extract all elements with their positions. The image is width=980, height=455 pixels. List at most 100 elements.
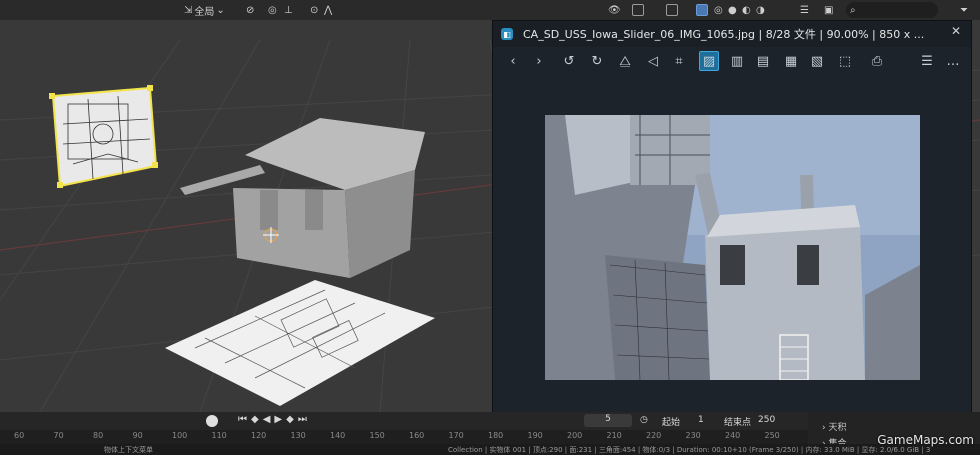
compare-button[interactable]: ▧ xyxy=(807,51,827,71)
shading-wireframe-button[interactable]: ◎ xyxy=(714,2,723,18)
blueprint-plane[interactable] xyxy=(165,278,437,410)
close-icon[interactable]: ✕ xyxy=(951,24,961,38)
outliner-item[interactable]: › 天积 xyxy=(822,420,846,433)
image-viewer-window[interactable]: ◧ CA_SD_USS_Iowa_Slider_06_IMG_1065.jpg … xyxy=(493,21,971,420)
slideshow-button[interactable]: ▦ xyxy=(781,51,801,71)
funnel-icon: ⏷ xyxy=(960,4,968,16)
ruler-tick-label: 160 xyxy=(409,431,425,440)
list-icon: ☰ xyxy=(800,4,809,16)
status-bar: 物体上下文菜单 Collection | 实物体 001 | 顶点:290 | … xyxy=(0,444,980,455)
more-button[interactable]: … xyxy=(943,51,963,71)
turret-model[interactable] xyxy=(175,110,435,280)
view-object-types-button[interactable]: 👁 xyxy=(608,2,621,18)
chevron-down-icon: ⌄ xyxy=(216,4,225,16)
chevron-left-icon: ‹ xyxy=(510,53,516,69)
ruler-tick-label: 110 xyxy=(211,431,227,440)
flip-icon: ⧋ xyxy=(619,53,631,69)
play-reverse-icon[interactable]: ◀ xyxy=(263,414,275,425)
jump-end-icon[interactable]: ⏭ xyxy=(298,414,311,425)
actual-size-button[interactable]: ▥ xyxy=(727,51,747,71)
reference-image-plane[interactable] xyxy=(48,84,160,190)
falloff-dropdown[interactable]: ⋀ xyxy=(324,2,332,18)
select-area-icon: ⬚ xyxy=(838,53,852,69)
rotate-cw-icon: ↻ xyxy=(591,53,603,69)
xray-icon xyxy=(696,4,708,16)
start-frame-label: 起始 xyxy=(662,418,681,428)
ruler-tick-label: 100 xyxy=(172,431,188,440)
ruler-tick-label: 190 xyxy=(527,431,543,440)
snap-increment-icon: ⊥ xyxy=(284,4,293,16)
more-dots-icon: … xyxy=(946,53,960,69)
start-frame-field[interactable]: 1 xyxy=(698,415,704,425)
crop-icon: ⌗ xyxy=(675,53,683,69)
ruler-tick-label: 60 xyxy=(14,431,25,440)
viewer-titlebar[interactable]: ◧ CA_SD_USS_Iowa_Slider_06_IMG_1065.jpg … xyxy=(493,21,971,47)
play-icon[interactable]: ▶ xyxy=(274,414,286,425)
image-icon: ▣ xyxy=(824,4,834,16)
menu-button[interactable]: ☰ xyxy=(917,51,937,71)
material-sphere-icon: ◐ xyxy=(742,4,751,16)
prev-keyframe-icon[interactable]: ◆ xyxy=(251,414,263,425)
ruler-tick-label: 150 xyxy=(369,431,385,440)
flip-horizontal-button[interactable]: ⧋ xyxy=(615,51,635,71)
rendered-sphere-icon: ◑ xyxy=(756,4,765,16)
next-keyframe-icon[interactable]: ◆ xyxy=(286,414,298,425)
rotate-right-button[interactable]: ↻ xyxy=(587,51,607,71)
snap-target-dropdown[interactable]: ⊥ xyxy=(284,2,293,18)
rotate-ccw-icon: ↺ xyxy=(563,53,575,69)
print-button[interactable]: ⎙ xyxy=(867,51,887,71)
ruler-tick-label: 170 xyxy=(448,431,464,440)
crop-button[interactable]: ⌗ xyxy=(669,51,689,71)
transform-orientation-dropdown[interactable]: ⇲ 全局 ⌄ xyxy=(184,2,225,18)
current-frame-field[interactable]: 5 xyxy=(584,414,632,427)
previous-image-button[interactable]: ‹ xyxy=(503,51,523,71)
ruler-tick-label: 250 xyxy=(764,431,780,440)
ruler-tick-label: 140 xyxy=(330,431,346,440)
pivot-icon: ⊘ xyxy=(246,4,255,16)
slideshow-icon: ▦ xyxy=(784,53,798,69)
shading-solid-button[interactable]: ● xyxy=(728,2,737,18)
fit-window-button[interactable]: ▨ xyxy=(699,51,719,71)
orientation-icon: ⇲ xyxy=(184,4,193,16)
end-frame-field[interactable]: 250 xyxy=(758,415,775,425)
status-left-text: 物体上下文菜单 xyxy=(104,446,153,454)
status-right-text: Collection | 实物体 001 | 顶点:290 | 面:231 | … xyxy=(448,446,931,454)
ruler-tick-label: 240 xyxy=(725,431,741,440)
tray-icon: ⎙ xyxy=(871,53,883,69)
gizmo-icon xyxy=(632,4,644,16)
proportional-edit-toggle[interactable]: ⊙ xyxy=(310,2,318,18)
outliner-search-input[interactable]: ⌕ xyxy=(846,2,938,18)
solid-sphere-icon: ● xyxy=(728,4,737,16)
end-frame-label: 结束点 xyxy=(724,418,752,428)
pivot-point-button[interactable]: ⊘ xyxy=(246,2,254,18)
snap-toggle[interactable]: ◎ xyxy=(268,2,277,18)
thumbnail-view-button[interactable]: ▤ xyxy=(753,51,773,71)
hamburger-menu-icon: ☰ xyxy=(921,53,933,69)
filter-button[interactable]: ⏷ xyxy=(960,2,968,18)
rotate-left-button[interactable]: ↺ xyxy=(559,51,579,71)
gizmo-toggle[interactable] xyxy=(632,2,644,18)
display-mode-dropdown[interactable]: ▣ xyxy=(824,2,833,18)
eye-icon: 👁 xyxy=(608,4,621,16)
ship-photo xyxy=(545,115,920,380)
app-logo-icon: ◧ xyxy=(501,28,513,40)
chevron-right-icon: › xyxy=(536,53,542,69)
outliner-filter-dropdown[interactable]: ☰ xyxy=(800,2,809,18)
actual-size-icon: ▥ xyxy=(730,53,744,69)
select-area-button[interactable]: ⬚ xyxy=(835,51,855,71)
playback-buttons[interactable]: ⏮◆◀▶◆⏭ xyxy=(238,414,311,425)
shading-material-button[interactable]: ◐ xyxy=(742,2,751,18)
shading-rendered-button[interactable]: ◑ xyxy=(756,2,765,18)
watermark-text: GameMaps.com xyxy=(877,433,974,447)
viewport-header: ⇲ 全局 ⌄ ⊘ ◎ ⊥ ⊙ ⋀ 👁 ◎ ● ◐ ◑ ☰ ▣ ⌕ ⏷ xyxy=(0,0,980,20)
viewer-title-text: CA_SD_USS_Iowa_Slider_06_IMG_1065.jpg | … xyxy=(523,28,925,41)
ruler-tick-label: 130 xyxy=(290,431,306,440)
perspective-button[interactable]: ◁ xyxy=(643,51,663,71)
next-image-button[interactable]: › xyxy=(529,51,549,71)
compare-icon: ▧ xyxy=(810,53,824,69)
wireframe-sphere-icon: ◎ xyxy=(714,4,723,16)
jump-start-icon[interactable]: ⏮ xyxy=(238,414,251,425)
record-button[interactable] xyxy=(206,415,218,427)
xray-toggle[interactable] xyxy=(696,2,708,18)
overlays-toggle[interactable] xyxy=(666,2,678,18)
